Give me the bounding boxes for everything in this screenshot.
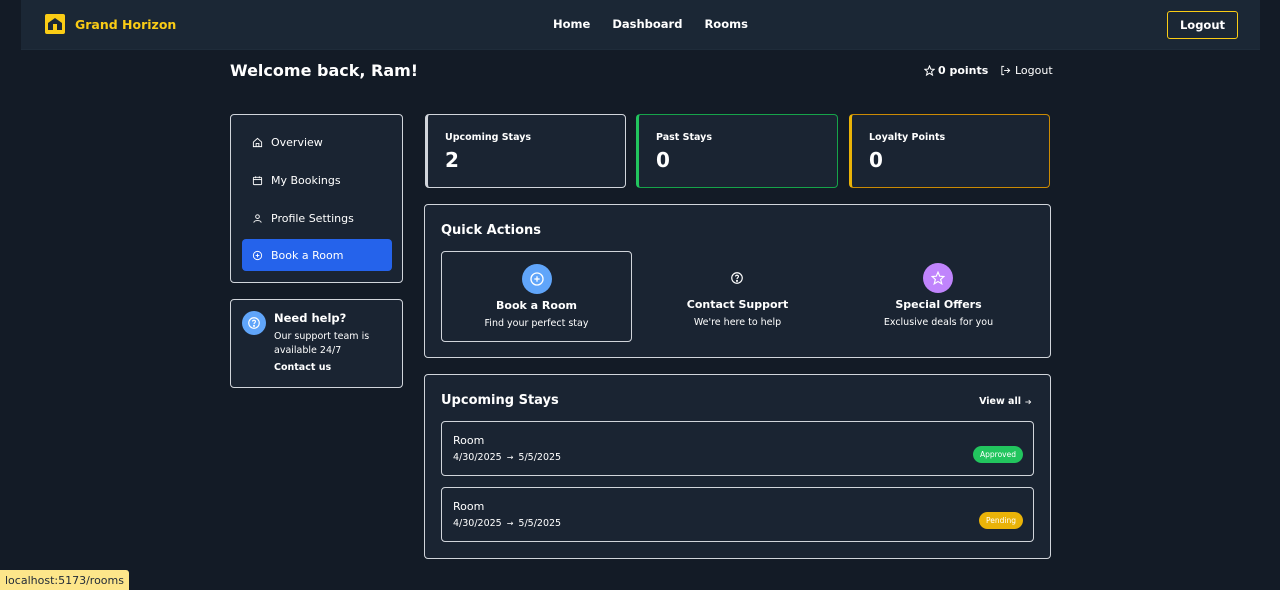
section-title: Upcoming Stays	[441, 393, 559, 408]
stay-row[interactable]: Room 4/30/2025 → 5/5/2025 Approved	[441, 421, 1034, 476]
sidebar-item-overview[interactable]: Overview	[242, 126, 392, 158]
stay-dates: 4/30/2025 → 5/5/2025	[453, 452, 561, 463]
section-title: Quick Actions	[441, 223, 542, 238]
sidebar-item-book-a-room[interactable]: Book a Room	[242, 239, 392, 271]
stay-row[interactable]: Room 4/30/2025 → 5/5/2025 Pending	[441, 487, 1034, 542]
home-icon	[252, 137, 263, 147]
help-text: Our support team is available 24/7	[274, 331, 370, 356]
page-title: Welcome back, Ram!	[230, 61, 419, 80]
nav-dashboard-link[interactable]: Dashboard	[612, 17, 682, 31]
plus-circle-icon	[522, 264, 552, 294]
sidebar-item-label: Profile Settings	[271, 211, 354, 225]
logout-text: Logout	[1015, 64, 1053, 77]
check-in-date: 4/30/2025	[453, 452, 502, 463]
sidebar-item-my-bookings[interactable]: My Bookings	[242, 164, 392, 196]
sidebar-item-label: Overview	[271, 135, 323, 149]
sidebar-item-label: Book a Room	[271, 248, 344, 262]
arrow-right-icon: →	[506, 453, 514, 462]
stay-room: Room	[453, 500, 485, 513]
star-icon	[924, 65, 935, 76]
stat-label: Past Stays	[656, 132, 712, 143]
nav-home-link[interactable]: Home	[553, 17, 590, 31]
help-circle-icon	[722, 263, 752, 293]
help-circle-icon	[242, 311, 266, 335]
stay-room: Room	[453, 434, 485, 447]
brand-name: Grand Horizon	[75, 16, 177, 32]
sidebar-item-profile-settings[interactable]: Profile Settings	[242, 202, 392, 234]
status-badge: Pending	[979, 512, 1023, 529]
quick-action-book-room[interactable]: Book a Room Find your perfect stay	[441, 251, 632, 342]
check-out-date: 5/5/2025	[518, 452, 562, 463]
logout-icon	[1001, 65, 1011, 76]
stat-card-loyalty-points: Loyalty Points 0	[849, 114, 1050, 188]
stat-label: Loyalty Points	[869, 132, 946, 143]
star-icon	[923, 263, 953, 293]
plus-circle-icon	[252, 250, 263, 260]
brand[interactable]: Grand Horizon	[44, 13, 176, 35]
action-subtitle: Find your perfect stay	[484, 318, 589, 329]
stat-card-past-stays: Past Stays 0	[636, 114, 838, 188]
check-out-date: 5/5/2025	[518, 518, 562, 529]
contact-us-link[interactable]: Contact us	[274, 362, 331, 373]
sidebar-item-label: My Bookings	[271, 173, 341, 187]
stat-value: 2	[445, 148, 459, 172]
action-subtitle: Exclusive deals for you	[883, 317, 994, 328]
action-subtitle: We're here to help	[693, 317, 782, 328]
hotel-logo-icon	[45, 14, 65, 34]
top-navbar: Grand Horizon Home Dashboard Rooms Logou…	[21, 0, 1260, 50]
help-title: Need help?	[274, 311, 347, 325]
arrow-right-icon: →	[506, 519, 514, 528]
stat-value: 0	[656, 148, 670, 172]
quick-action-special-offers[interactable]: Special Offers Exclusive deals for you	[843, 251, 1034, 342]
nav-rooms-link[interactable]: Rooms	[704, 17, 747, 31]
arrow-right-icon	[1025, 399, 1032, 404]
action-title: Book a Room	[496, 299, 577, 312]
stat-card-upcoming-stays: Upcoming Stays 2	[425, 114, 626, 188]
quick-action-contact-support[interactable]: Contact Support We're here to help	[642, 251, 833, 342]
browser-status-url: localhost:5173/rooms	[0, 570, 129, 590]
points-text: 0 points	[938, 64, 989, 77]
sidebar: Overview My Bookings Profile Settings Bo…	[230, 114, 403, 283]
main-nav: Home Dashboard Rooms	[553, 17, 770, 31]
stay-dates: 4/30/2025 → 5/5/2025	[453, 518, 561, 529]
view-all-link[interactable]: View all	[979, 396, 1032, 407]
check-in-date: 4/30/2025	[453, 518, 502, 529]
stat-value: 0	[869, 148, 883, 172]
action-title: Special Offers	[895, 298, 982, 311]
help-card: Need help? Our support team is available…	[230, 299, 403, 388]
view-all-text: View all	[979, 396, 1021, 407]
user-icon	[253, 213, 262, 223]
status-badge: Approved	[973, 446, 1023, 463]
header-logout-link[interactable]: Logout	[1000, 64, 1053, 77]
upcoming-stays-panel: Upcoming Stays View all Room 4/30/2025 →…	[424, 374, 1051, 559]
calendar-icon	[252, 175, 263, 185]
action-title: Contact Support	[686, 298, 789, 311]
navbar-logout-button[interactable]: Logout	[1167, 11, 1238, 39]
points-indicator: 0 points	[924, 64, 988, 77]
quick-actions-panel: Quick Actions Book a Room Find your perf…	[424, 204, 1051, 358]
stat-label: Upcoming Stays	[445, 132, 532, 143]
